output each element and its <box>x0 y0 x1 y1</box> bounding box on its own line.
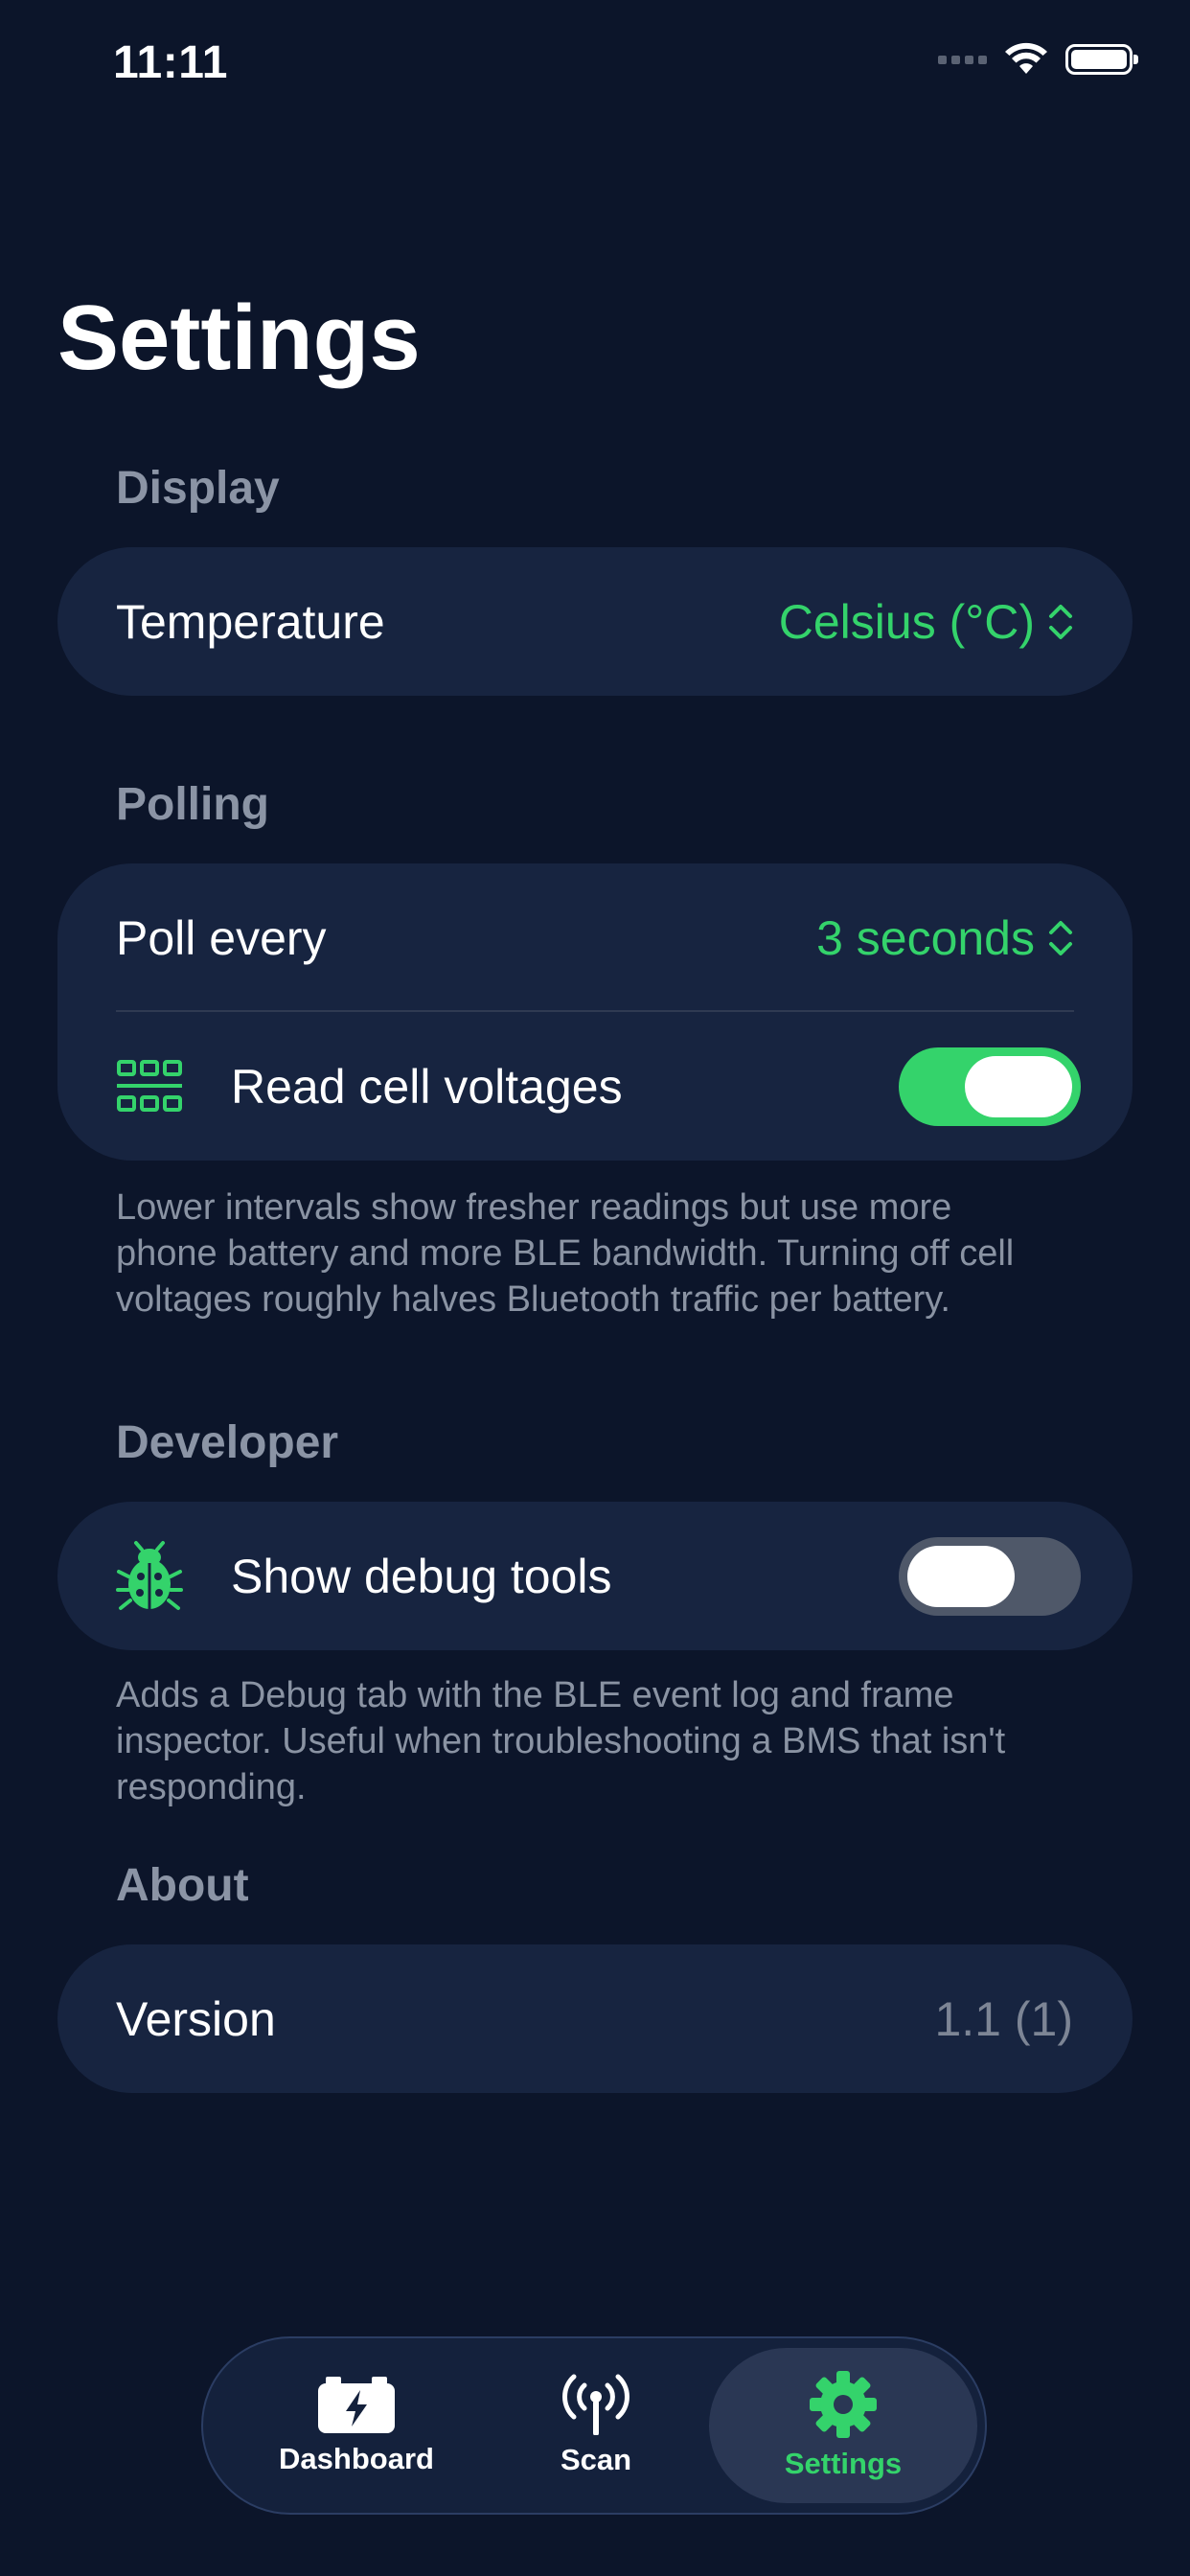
tab-dashboard-label: Dashboard <box>279 2442 434 2475</box>
grid-cells-icon <box>117 1059 182 1112</box>
cell-voltages-label: Read cell voltages <box>231 1059 623 1114</box>
about-card: Version 1.1 (1) <box>57 1944 1133 2093</box>
poll-interval-picker[interactable]: 3 seconds <box>816 910 1073 966</box>
tab-settings[interactable]: Settings <box>709 2348 977 2503</box>
tab-settings-label: Settings <box>784 2447 903 2480</box>
polling-card: Poll every 3 seconds Read cell voltages <box>57 863 1133 1161</box>
chevron-up-down-icon <box>1049 604 1072 639</box>
poll-value: 3 seconds <box>816 910 1035 965</box>
status-time: 11:11 <box>113 37 228 88</box>
antenna-icon <box>562 2374 629 2435</box>
temperature-row[interactable]: Temperature Celsius (°C) <box>57 547 1133 696</box>
debug-tools-label: Show debug tools <box>231 1549 612 1603</box>
bug-icon <box>116 1540 183 1610</box>
section-header-developer: Developer <box>116 1417 339 1468</box>
status-icons <box>938 42 1138 77</box>
tab-dashboard[interactable]: Dashboard <box>232 2338 481 2513</box>
poll-label: Poll every <box>116 910 327 965</box>
cell-voltages-row: Read cell voltages <box>57 1012 1133 1161</box>
poll-interval-row[interactable]: Poll every 3 seconds <box>57 863 1133 1012</box>
status-bar: 11:11 <box>0 0 1190 134</box>
cellular-signal-icon <box>938 55 987 64</box>
polling-footnote: Lower intervals show fresher readings bu… <box>116 1187 1015 1320</box>
developer-footnote: Adds a Debug tab with the BLE event log … <box>116 1675 1006 1807</box>
tab-scan-label: Scan <box>560 2443 632 2476</box>
temperature-picker[interactable]: Celsius (°C) <box>779 594 1073 650</box>
chevron-up-down-icon <box>1049 920 1072 955</box>
cell-voltages-toggle[interactable] <box>899 1047 1081 1126</box>
toggle-knob <box>907 1546 1015 1607</box>
version-value: 1.1 (1) <box>934 1991 1073 2046</box>
version-label: Version <box>116 1991 276 2046</box>
battery-icon <box>1065 44 1138 75</box>
toggle-knob <box>965 1056 1072 1117</box>
wifi-icon <box>1005 42 1047 74</box>
temperature-label: Temperature <box>116 594 385 649</box>
developer-card: Show debug tools <box>57 1502 1133 1650</box>
tab-scan[interactable]: Scan <box>471 2338 721 2513</box>
section-header-about: About <box>116 1860 249 1911</box>
gear-icon <box>810 2371 877 2438</box>
debug-tools-toggle[interactable] <box>899 1537 1081 1616</box>
debug-tools-row: Show debug tools <box>57 1502 1133 1650</box>
section-header-display: Display <box>116 463 280 514</box>
temperature-value: Celsius (°C) <box>778 594 1035 649</box>
display-card: Temperature Celsius (°C) <box>57 547 1133 696</box>
tab-bar: Dashboard Scan Settings <box>201 2336 987 2515</box>
section-header-polling: Polling <box>116 779 269 830</box>
version-row: Version 1.1 (1) <box>57 1944 1133 2093</box>
battery-bolt-icon <box>318 2377 395 2433</box>
page-title: Settings <box>57 287 421 389</box>
